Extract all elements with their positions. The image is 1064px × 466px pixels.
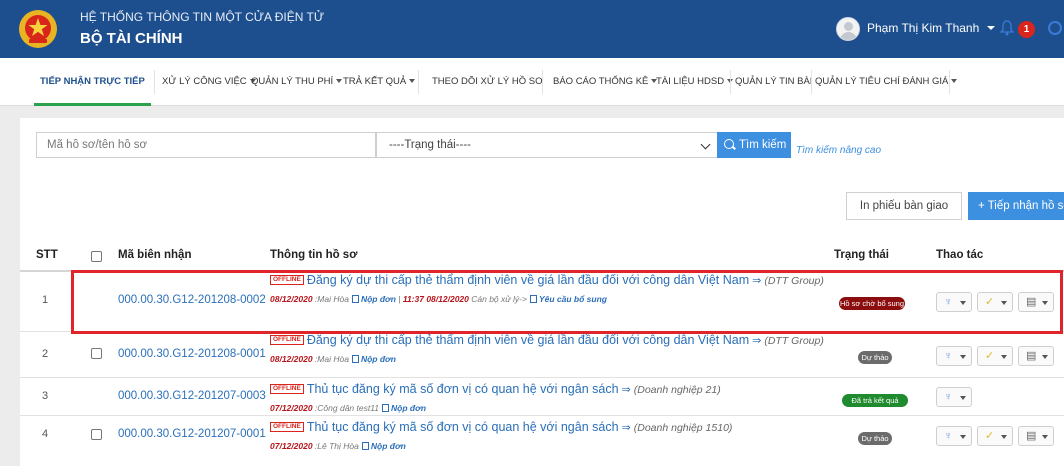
tab-theo-doi-xu-ly-ho-so[interactable]: THEO DÕI XỬ LÝ HỒ SƠ bbox=[432, 58, 543, 106]
top-header: HỆ THỐNG THÔNG TIN MỘT CỬA ĐIỆN TỬ BỘ TÀ… bbox=[0, 0, 1064, 58]
table-row[interactable]: 4 000.00.30.G12-201207-0001 OFFLINE Thủ t… bbox=[20, 416, 1064, 466]
row-meta: 07/12/2020 :Lê Thị Hòa Nộp đơn bbox=[270, 441, 406, 451]
tab-xu-ly-cong-viec[interactable]: XỬ LÝ CÔNG VIỆC bbox=[162, 58, 256, 106]
process-icon: ♆ bbox=[944, 391, 953, 403]
print-icon: ▤ bbox=[1026, 430, 1037, 442]
status-badge: Dự thảo bbox=[858, 351, 892, 364]
chevron-down-icon bbox=[409, 79, 416, 84]
row-info: OFFLINE Thủ tục đăng ký mã số đơn vị có q… bbox=[270, 420, 830, 454]
status-badge: Dự thảo bbox=[858, 432, 892, 445]
tab-tiep-nhan-truc-tiep[interactable]: TIẾP NHẬN TRỰC TIẾP bbox=[34, 58, 151, 106]
row-org: (DTT Group) bbox=[764, 335, 824, 347]
row-info: OFFLINE Thủ tục đăng ký mã số đơn vị có q… bbox=[270, 382, 830, 416]
notification-badge[interactable]: 1 bbox=[1018, 21, 1035, 38]
tab-quan-ly-thu-phi[interactable]: QUẢN LÝ THU PHÍ bbox=[251, 58, 343, 106]
row-code-link[interactable]: 000.00.30.G12-201207-0001 bbox=[118, 428, 266, 440]
row-stt: 1 bbox=[41, 294, 49, 306]
chevron-down-icon bbox=[1042, 435, 1048, 439]
select-all-checkbox[interactable] bbox=[91, 251, 102, 262]
process-dropdown-button[interactable]: ♆ bbox=[936, 346, 972, 366]
emblem-icon bbox=[19, 10, 57, 48]
row-stt: 4 bbox=[41, 428, 49, 440]
table-row[interactable]: 2 000.00.30.G12-201208-0001 OFFLINE Đăng … bbox=[20, 332, 1064, 378]
tab-quan-ly-tin-bai[interactable]: QUẢN LÝ TIN BÀI bbox=[735, 58, 812, 106]
row-code-link[interactable]: 000.00.30.G12-201207-0003 bbox=[118, 390, 266, 402]
tab-bao-cao-thong-ke[interactable]: BÁO CÁO THỐNG KÊ bbox=[553, 58, 658, 106]
chevron-down-icon bbox=[1042, 355, 1048, 359]
row-title-link[interactable]: Đăng ký dự thi cấp thẻ thẩm định viên về… bbox=[307, 333, 749, 347]
header-subtitle: HỆ THỐNG THÔNG TIN MỘT CỬA ĐIỆN TỬ bbox=[80, 10, 325, 24]
row-org: (Doanh nghiệp 21) bbox=[633, 384, 721, 396]
chevron-down-icon bbox=[960, 396, 966, 400]
document-icon bbox=[361, 442, 369, 450]
process-icon: ♆ bbox=[944, 350, 953, 362]
document-icon bbox=[351, 355, 359, 363]
print-icon: ▤ bbox=[1026, 350, 1037, 362]
chevron-down-icon bbox=[960, 435, 966, 439]
search-icon bbox=[724, 139, 734, 149]
approve-icon: ✓ bbox=[985, 350, 995, 362]
chevron-down-icon[interactable] bbox=[987, 26, 995, 30]
document-icon bbox=[382, 404, 390, 412]
approve-dropdown-button[interactable]: ✓ bbox=[977, 426, 1013, 446]
table-row[interactable]: 3 000.00.30.G12-201207-0003 OFFLINE Thủ t… bbox=[20, 378, 1064, 416]
process-dropdown-button[interactable]: ♆ bbox=[936, 426, 972, 446]
avatar[interactable] bbox=[836, 17, 860, 41]
help-icon[interactable] bbox=[1048, 21, 1062, 35]
header-actions: Thao tác bbox=[936, 249, 984, 261]
row-meta: 08/12/2020 :Mai Hòa Nộp đơn bbox=[270, 354, 396, 364]
search-button[interactable]: Tìm kiếm bbox=[717, 132, 791, 158]
row-stt: 3 bbox=[41, 390, 49, 402]
header-code: Mã biên nhận bbox=[118, 249, 192, 261]
print-dropdown-button[interactable]: ▤ bbox=[1018, 426, 1054, 446]
row-title-link[interactable]: Thủ tục đăng ký mã số đơn vị có quan hệ … bbox=[307, 420, 619, 434]
offline-badge: OFFLINE bbox=[270, 384, 304, 394]
row-info: OFFLINE Đăng ký dự thi cấp thẻ thẩm định … bbox=[270, 333, 830, 367]
process-dropdown-button[interactable]: ♆ bbox=[936, 387, 972, 407]
tab-quan-ly-tieu-chi-danh-gia[interactable]: QUẢN LÝ TIÊU CHÍ ĐÁNH GIÁ bbox=[815, 58, 958, 106]
row-checkbox[interactable] bbox=[91, 348, 102, 359]
arrow-icon: ⇒ bbox=[621, 422, 631, 434]
row-stt: 2 bbox=[41, 348, 49, 360]
offline-badge: OFFLINE bbox=[270, 422, 304, 432]
header-info: Thông tin hồ sơ bbox=[270, 249, 358, 261]
header-title: BỘ TÀI CHÍNH bbox=[80, 30, 183, 47]
chevron-down-icon bbox=[1001, 355, 1007, 359]
status-select[interactable]: ----Trạng thái---- bbox=[376, 132, 718, 158]
header-status: Trạng thái bbox=[834, 249, 889, 261]
user-menu[interactable]: Phạm Thị Kim Thanh bbox=[867, 21, 979, 35]
row-org: (Doanh nghiệp 1510) bbox=[633, 422, 733, 434]
row-code-link[interactable]: 000.00.30.G12-201208-0001 bbox=[118, 348, 266, 360]
tab-tra-ket-qua[interactable]: TRẢ KẾT QUẢ bbox=[343, 58, 416, 106]
status-badge: Đã trả kết quả bbox=[842, 394, 908, 407]
print-dropdown-button[interactable]: ▤ bbox=[1018, 346, 1054, 366]
approve-dropdown-button[interactable]: ✓ bbox=[977, 346, 1013, 366]
header-stt: STT bbox=[36, 249, 58, 261]
highlight-box bbox=[71, 270, 1063, 334]
chevron-down-icon bbox=[951, 79, 958, 84]
status-select-value: ----Trạng thái---- bbox=[389, 139, 471, 151]
arrow-icon: ⇒ bbox=[752, 335, 762, 347]
add-record-button[interactable]: + Tiếp nhận hồ sơ bbox=[968, 192, 1064, 220]
chevron-down-icon bbox=[1001, 435, 1007, 439]
chevron-down-icon bbox=[960, 355, 966, 359]
row-meta: 07/12/2020 :Công dân test11 Nộp đơn bbox=[270, 403, 427, 413]
row-checkbox[interactable] bbox=[91, 429, 102, 440]
advanced-search-link[interactable]: Tìm kiếm nâng cao bbox=[796, 145, 881, 156]
approve-icon: ✓ bbox=[985, 430, 995, 442]
arrow-icon: ⇒ bbox=[621, 384, 631, 396]
search-input[interactable] bbox=[36, 132, 376, 158]
print-handover-button[interactable]: In phiếu bàn giao bbox=[846, 192, 962, 220]
offline-badge: OFFLINE bbox=[270, 335, 304, 345]
main-nav: TIẾP NHẬN TRỰC TIẾP XỬ LÝ CÔNG VIỆC QUẢN… bbox=[0, 58, 1064, 106]
chevron-down-icon bbox=[336, 79, 343, 84]
table-header: STT Mã biên nhận Thông tin hồ sơ Trạng t… bbox=[20, 240, 1064, 272]
tab-tai-lieu-hdsd[interactable]: TÀI LIỆU HDSD bbox=[656, 58, 734, 106]
bell-icon[interactable] bbox=[1000, 20, 1014, 36]
row-title-link[interactable]: Thủ tục đăng ký mã số đơn vị có quan hệ … bbox=[307, 382, 619, 396]
chevron-down-icon bbox=[700, 139, 711, 150]
process-icon: ♆ bbox=[944, 430, 953, 442]
